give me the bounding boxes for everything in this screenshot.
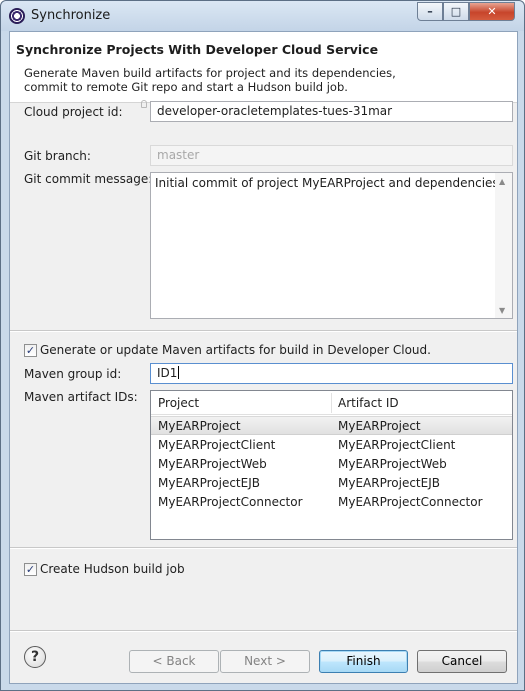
wizard-banner: Synchronize Projects With Developer Clou… xyxy=(10,32,517,103)
table-row[interactable]: MyEARProjectClient MyEARProjectClient xyxy=(151,436,512,455)
artifact-id-cell[interactable]: MyEARProjectWeb xyxy=(338,457,447,471)
git-commit-message-textarea[interactable]: Initial commit of project MyEARProject a… xyxy=(150,172,513,319)
column-divider[interactable] xyxy=(331,393,332,413)
cloud-project-id-label: Cloud project id: xyxy=(24,105,123,119)
next-button: Next > xyxy=(220,650,310,673)
finish-button[interactable]: Finish xyxy=(319,650,408,673)
wizard-description-line-2: commit to remote Git repo and start a Hu… xyxy=(24,80,348,94)
project-cell: MyEARProject xyxy=(158,419,241,433)
back-button: < Back xyxy=(129,650,219,673)
artifact-id-cell[interactable]: MyEARProjectClient xyxy=(338,438,455,452)
text-caret xyxy=(178,366,180,379)
window-title: Synchronize xyxy=(31,8,111,23)
project-cell: MyEARProjectClient xyxy=(158,438,276,452)
project-cell: MyEARProjectConnector xyxy=(158,495,303,509)
git-commit-message-label: Git commit message: xyxy=(24,172,153,186)
maven-group-id-field[interactable]: ID1 xyxy=(150,363,513,384)
cloud-project-id-field[interactable]: developer-oracletemplates-tues-31mar xyxy=(150,101,513,122)
column-header-artifact-id[interactable]: Artifact ID xyxy=(338,396,399,410)
artifact-id-cell[interactable]: MyEARProject xyxy=(338,419,421,433)
maven-artifacts-checkbox-label[interactable]: Generate or update Maven artifacts for b… xyxy=(40,343,431,357)
table-row[interactable]: MyEARProjectEJB MyEARProjectEJB xyxy=(151,474,512,493)
lightbulb-icon xyxy=(141,100,147,108)
hudson-build-job-checkbox[interactable]: ✓ xyxy=(24,563,37,576)
wizard-description: Generate Maven build artifacts for proje… xyxy=(24,66,484,94)
maven-group-id-label: Maven group id: xyxy=(24,367,122,381)
help-button[interactable]: ? xyxy=(24,646,46,668)
separator xyxy=(10,630,517,632)
close-button[interactable]: ✕ xyxy=(469,2,515,21)
synchronize-dialog: Synchronize – □ ✕ Synchronize Projects W… xyxy=(0,0,525,691)
textarea-scrollbar[interactable]: ▲ ▼ xyxy=(495,173,512,318)
maximize-button[interactable]: □ xyxy=(443,2,469,21)
eclipse-icon xyxy=(9,8,25,24)
git-commit-message-text: Initial commit of project MyEARProject a… xyxy=(155,176,503,190)
scroll-up-icon[interactable]: ▲ xyxy=(499,177,505,186)
hudson-build-job-checkbox-label[interactable]: Create Hudson build job xyxy=(40,562,185,576)
table-row[interactable]: MyEARProject MyEARProject xyxy=(151,416,512,435)
cancel-button[interactable]: Cancel xyxy=(417,650,507,673)
maven-artifacts-checkbox[interactable]: ✓ xyxy=(24,344,37,357)
table-row[interactable]: MyEARProjectWeb MyEARProjectWeb xyxy=(151,455,512,474)
dialog-client-area: Synchronize Projects With Developer Clou… xyxy=(9,31,518,684)
git-branch-field: master xyxy=(150,145,513,166)
project-cell: MyEARProjectWeb xyxy=(158,457,267,471)
title-bar[interactable]: Synchronize – □ ✕ xyxy=(1,1,524,31)
separator xyxy=(10,330,517,332)
artifact-id-cell[interactable]: MyEARProjectConnector xyxy=(338,495,483,509)
checkmark-icon: ✓ xyxy=(25,563,36,576)
wizard-title: Synchronize Projects With Developer Clou… xyxy=(16,42,379,57)
table-row[interactable]: MyEARProjectConnector MyEARProjectConnec… xyxy=(151,493,512,512)
wizard-description-line-1: Generate Maven build artifacts for proje… xyxy=(24,66,396,80)
checkmark-icon: ✓ xyxy=(25,344,36,357)
maven-artifact-ids-label: Maven artifact IDs: xyxy=(24,390,138,404)
scroll-down-icon[interactable]: ▼ xyxy=(499,306,505,315)
minimize-button[interactable]: – xyxy=(417,2,443,21)
maven-artifact-table[interactable]: Project Artifact ID MyEARProject MyEARPr… xyxy=(150,390,513,540)
git-branch-label: Git branch: xyxy=(24,149,91,163)
separator xyxy=(10,547,517,549)
project-cell: MyEARProjectEJB xyxy=(158,476,260,490)
artifact-id-cell[interactable]: MyEARProjectEJB xyxy=(338,476,440,490)
maven-group-id-value: ID1 xyxy=(157,366,178,380)
help-icon: ? xyxy=(30,649,40,665)
column-header-project[interactable]: Project xyxy=(158,396,199,410)
table-header: Project Artifact ID xyxy=(151,391,512,415)
